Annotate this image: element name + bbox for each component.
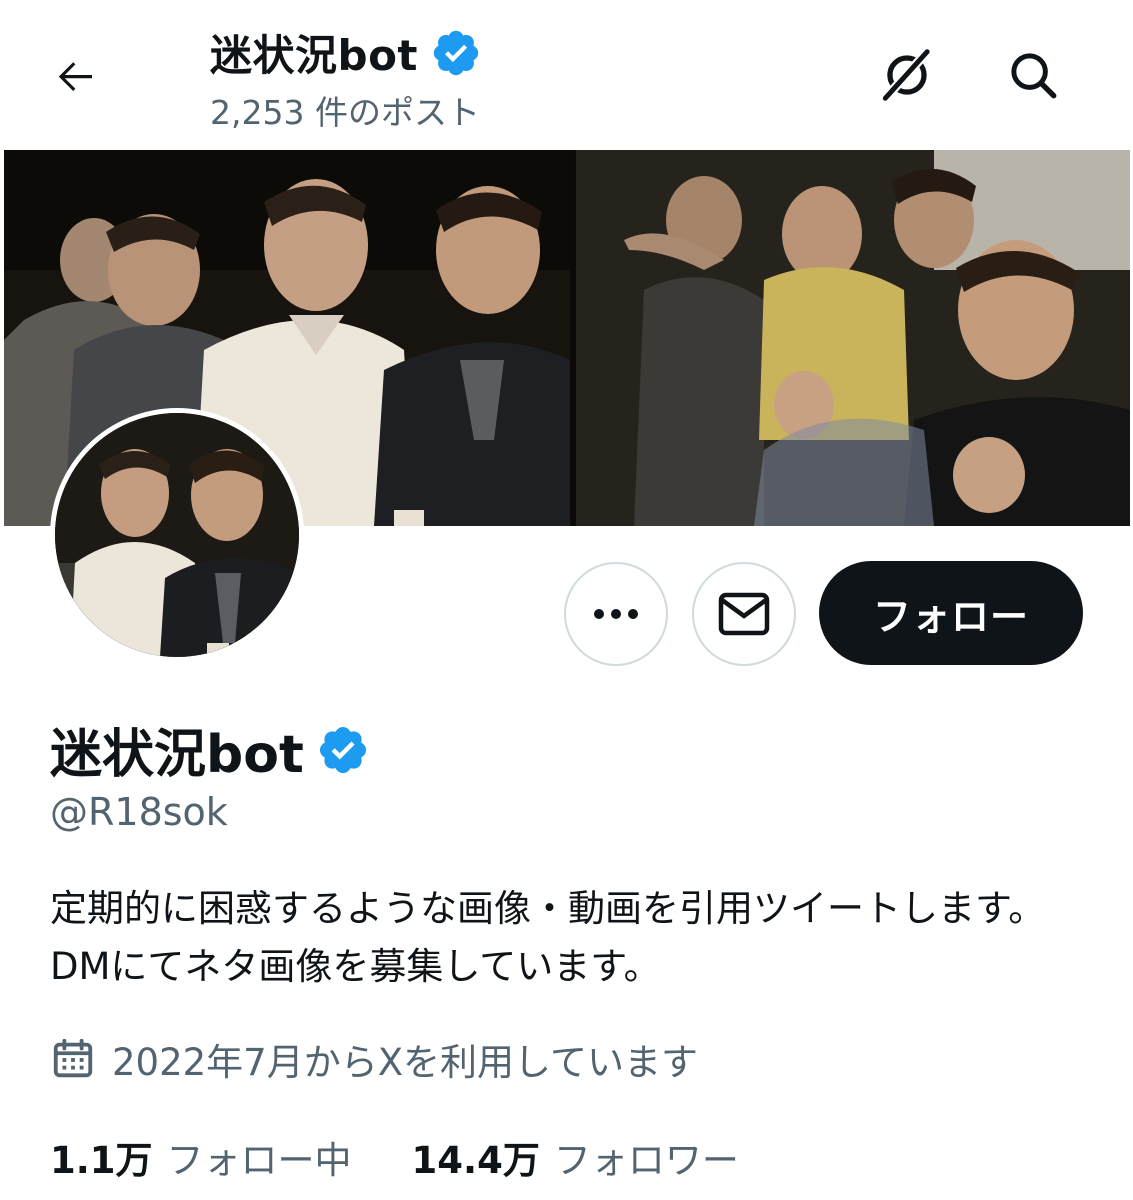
following-count: 1.1万 (50, 1139, 153, 1182)
joined-date: 2022年7月からXを利用しています (50, 1032, 698, 1086)
display-name: 迷状況bot (50, 725, 304, 785)
header-title-row: 迷状況bot (210, 22, 482, 83)
following-link[interactable]: 1.1万 フォロー中 (50, 1130, 352, 1184)
follow-button[interactable]: フォロー (819, 561, 1083, 665)
following-label: フォロー中 (166, 1139, 352, 1182)
back-button[interactable] (48, 48, 104, 104)
profile-handle: @R18sok (50, 790, 228, 834)
grok-button[interactable] (872, 40, 942, 110)
profile-avatar[interactable] (50, 408, 304, 662)
arrow-left-icon (58, 62, 92, 91)
profile-name-row: 迷状況bot (50, 712, 370, 787)
followers-label: フォロワー (553, 1139, 739, 1182)
followers-count: 14.4万 (411, 1139, 540, 1182)
header-title: 迷状況bot (210, 31, 418, 80)
direct-message-button[interactable] (692, 562, 796, 666)
verified-badge-icon[interactable] (316, 723, 370, 777)
more-button[interactable] (564, 562, 668, 666)
calendar-icon (53, 1038, 93, 1078)
grok-icon (881, 48, 931, 102)
more-icon (594, 609, 638, 619)
followers-link[interactable]: 14.4万 フォロワー (412, 1130, 739, 1184)
search-button[interactable] (998, 40, 1068, 110)
verified-badge-icon (433, 30, 479, 75)
top-bar: 迷状況bot 2,253 件のポスト (0, 0, 1133, 150)
envelope-icon (718, 592, 770, 636)
post-count: 2,253 件のポスト (210, 93, 480, 132)
search-icon (1011, 53, 1057, 99)
joined-date-text: 2022年7月からXを利用しています (112, 1041, 698, 1084)
follow-stats: 1.1万 フォロー中 14.4万 フォロワー (50, 1130, 739, 1184)
profile-bio: 定期的に困惑するような画像・動画を引用ツイートします。DMにてネタ画像を募集して… (50, 887, 1046, 988)
avatar-image (55, 413, 299, 657)
